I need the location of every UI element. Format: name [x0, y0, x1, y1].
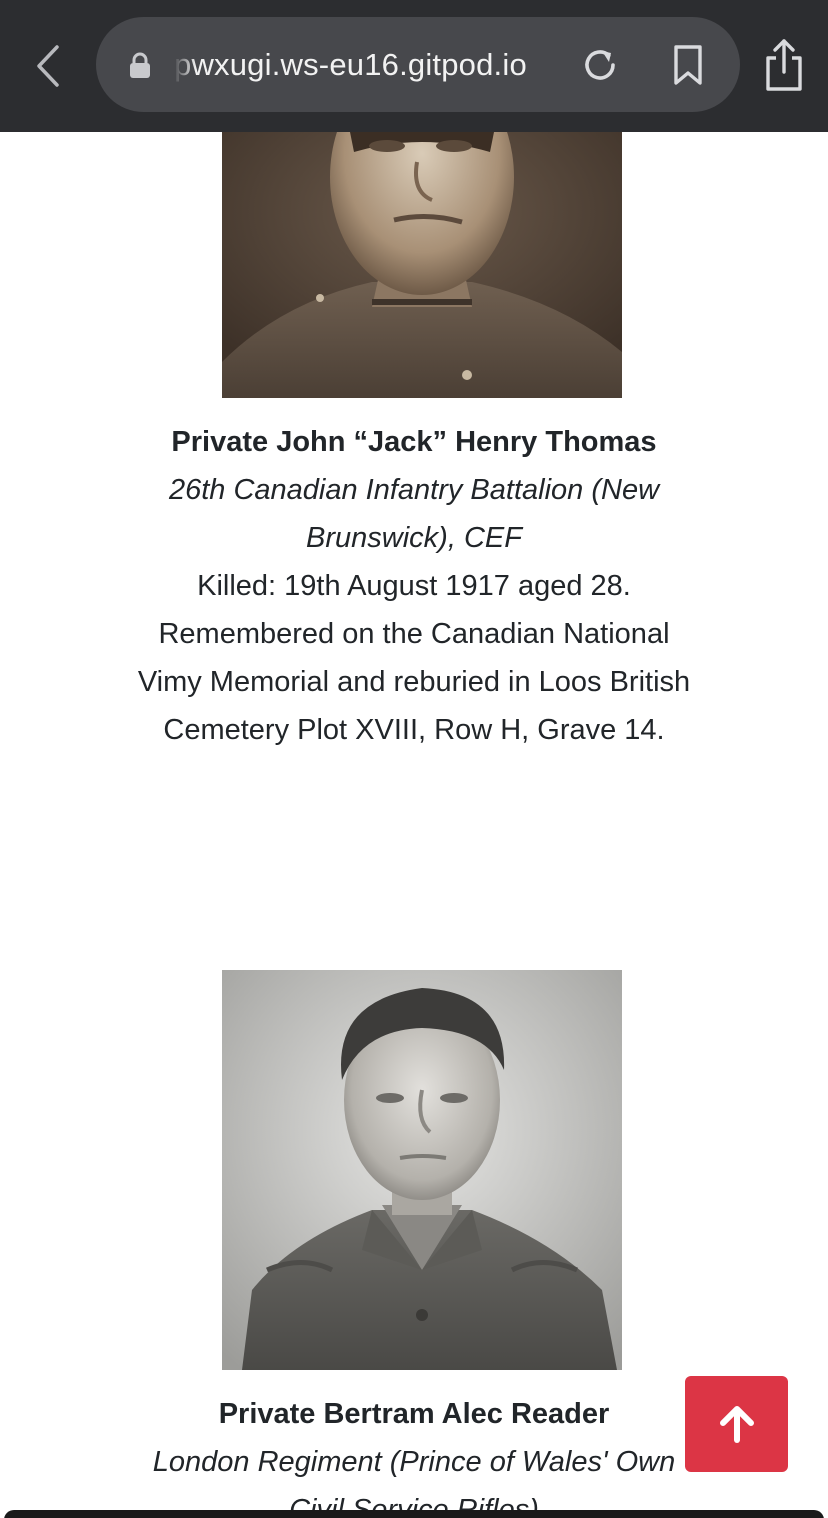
lock-icon [130, 52, 150, 78]
share-icon[interactable] [762, 38, 806, 92]
soldier-portrait-photo [222, 132, 622, 398]
soldier-entry: Private John “Jack” Henry Thomas 26th Ca… [134, 418, 694, 754]
browser-page: pwxugi.ws-eu16.gitpod.io Private John “J… [0, 0, 828, 1518]
url-text[interactable]: pwxugi.ws-eu16.gitpod.io [174, 45, 574, 85]
arrow-up-icon [719, 1406, 754, 1443]
soldier-portrait-photo [222, 970, 622, 1370]
bottom-toolbar-edge [4, 1510, 824, 1518]
soldier-entry: Private Bertram Alec Reader London Regim… [134, 1390, 694, 1518]
back-button[interactable] [26, 40, 70, 92]
soldier-unit: London Regiment (Prince of Wales' Own Ci… [152, 1446, 676, 1518]
bookmark-icon[interactable] [670, 44, 706, 86]
soldier-unit: 26th Canadian Infantry Battalion (New Br… [168, 474, 660, 554]
browser-toolbar: pwxugi.ws-eu16.gitpod.io [0, 0, 828, 132]
soldier-name: Private Bertram Alec Reader [218, 1398, 610, 1430]
reload-icon[interactable] [580, 45, 620, 85]
back-icon [37, 45, 59, 87]
soldier-details: Killed: 19th August 1917 aged 28. Rememb… [137, 570, 691, 746]
address-bar[interactable]: pwxugi.ws-eu16.gitpod.io [96, 17, 740, 112]
scroll-to-top-button[interactable] [685, 1376, 788, 1472]
soldier-name: Private John “Jack” Henry Thomas [171, 426, 657, 458]
